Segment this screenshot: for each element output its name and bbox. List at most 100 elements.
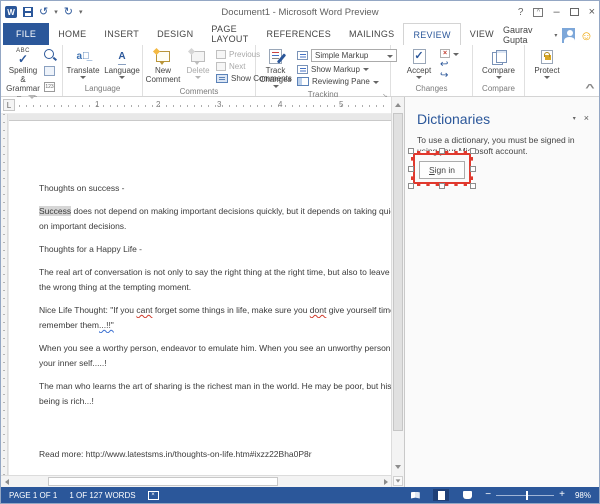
language-icon: A (118, 48, 125, 65)
tab-insert[interactable]: INSERT (95, 23, 148, 45)
vertical-scrollbar[interactable] (391, 97, 404, 487)
scroll-up-icon[interactable] (392, 99, 404, 111)
undo-dropdown-icon[interactable]: ▾ (54, 8, 58, 16)
delete-comment-button[interactable]: Delete (184, 47, 212, 86)
save-icon[interactable] (23, 7, 33, 17)
scroll-right-icon[interactable] (380, 476, 391, 487)
pane-options-icon[interactable]: ▾ (573, 115, 576, 122)
horizontal-scroll-thumb[interactable] (48, 477, 278, 486)
zoom-out-icon[interactable]: − (485, 490, 491, 500)
sign-in-button[interactable]: Sign in (419, 161, 465, 179)
tab-page-layout[interactable]: PAGE LAYOUT (202, 23, 257, 45)
group-language: aあ̲ Translate A Language Language (63, 45, 143, 96)
group-label-language: Language (63, 83, 142, 96)
language-dropdown-icon (119, 76, 125, 79)
reviewing-pane-button[interactable]: Reviewing Pane (297, 76, 397, 87)
minimize-icon[interactable]: – (553, 7, 559, 18)
delete-comment-icon (191, 51, 205, 62)
read-mode-icon[interactable] (407, 489, 423, 501)
word-count-icon[interactable]: 123 (44, 82, 55, 92)
ruler-number: 1 (95, 100, 99, 109)
display-for-review-control[interactable]: Simple Markup (297, 49, 397, 62)
compare-button[interactable]: Compare (478, 47, 520, 83)
reject-button[interactable]: × (440, 49, 459, 58)
vertical-scroll-thumb[interactable] (393, 113, 403, 431)
paragraph: Nice Life Thought: "If you cant forget s… (39, 303, 391, 333)
document-content[interactable]: Thoughts on success -Success does not de… (39, 181, 391, 462)
zoom-in-icon[interactable]: + (559, 490, 565, 500)
web-layout-icon[interactable] (459, 489, 475, 501)
horizontal-ruler[interactable]: L 12345 (1, 97, 391, 114)
ribbon-display-options-icon[interactable]: ^ (533, 8, 543, 17)
group-tracking: Track Changes Simple Markup Show Markup (256, 45, 391, 96)
word-count-indicator[interactable]: 1 OF 127 WORDS (69, 491, 135, 500)
help-icon[interactable]: ? (518, 7, 524, 18)
collapse-ribbon-button[interactable]: ^ (587, 45, 599, 96)
print-layout-icon[interactable] (433, 489, 449, 501)
user-name: Gaurav Gupta (503, 25, 549, 45)
redo-icon[interactable]: ↻ (64, 7, 73, 18)
display-for-review-select[interactable]: Simple Markup (311, 49, 397, 62)
next-change-button[interactable]: ↪ (440, 71, 459, 81)
previous-comment-icon (216, 50, 226, 59)
tab-home[interactable]: HOME (49, 23, 95, 45)
zoom-slider[interactable] (496, 495, 554, 496)
tab-stop-selector[interactable]: L (3, 99, 15, 111)
protect-dropdown-icon (544, 76, 550, 79)
close-icon[interactable]: × (589, 7, 595, 18)
window-title: Document1 - Microsoft Word Preview (1, 7, 599, 18)
browse-object-icon[interactable] (393, 476, 403, 486)
horizontal-scrollbar[interactable] (1, 475, 391, 487)
accept-icon: ✓ (413, 49, 426, 64)
next-comment-icon (216, 62, 226, 71)
protect-icon (541, 50, 553, 64)
scroll-down-icon[interactable] (392, 461, 404, 473)
accept-button[interactable]: ✓ Accept (403, 47, 435, 83)
tab-design[interactable]: DESIGN (148, 23, 202, 45)
tab-references[interactable]: REFERENCES (258, 23, 341, 45)
user-dropdown-icon[interactable]: ▾ (554, 32, 557, 39)
paragraph: Thoughts on success - (39, 181, 391, 196)
delete-dropdown-icon (195, 76, 201, 79)
define-icon[interactable] (44, 49, 54, 59)
thesaurus-icon[interactable] (44, 66, 55, 76)
translate-button[interactable]: aあ̲ Translate (65, 47, 102, 83)
show-markup-button[interactable]: Show Markup (297, 64, 397, 75)
proofing-errors-icon[interactable]: × (148, 491, 159, 500)
previous-change-button[interactable]: ↩ (440, 60, 459, 70)
send-a-smile-icon[interactable]: ☺ (580, 29, 593, 42)
ribbon-tab-row: FILEHOMEINSERTDESIGNPAGE LAYOUTREFERENCE… (1, 23, 599, 45)
reject-icon: × (440, 49, 450, 58)
display-for-review-icon (297, 51, 308, 60)
language-button[interactable]: A Language (104, 47, 141, 83)
pane-title: Dictionaries (417, 111, 490, 127)
word-app-icon[interactable]: W (5, 6, 17, 18)
translate-icon: aあ̲ (76, 48, 89, 65)
show-markup-icon (297, 65, 308, 74)
new-comment-button[interactable]: New Comment (145, 47, 181, 86)
tab-view[interactable]: VIEW (461, 23, 503, 45)
tab-file[interactable]: FILE (3, 23, 49, 45)
document-page[interactable]: Thoughts on success -Success does not de… (9, 120, 391, 475)
tab-review[interactable]: REVIEW (403, 23, 460, 45)
ruler-ticks (19, 105, 387, 107)
track-changes-button[interactable]: Track Changes (258, 47, 293, 89)
scroll-left-icon[interactable] (1, 476, 12, 487)
user-account[interactable]: Gaurav Gupta ▾ ☺ (503, 25, 597, 45)
accept-dropdown-icon (416, 76, 422, 79)
zoom-percentage[interactable]: 98% (575, 491, 591, 500)
new-comment-icon (156, 51, 170, 62)
page-indicator[interactable]: PAGE 1 OF 1 (9, 491, 57, 500)
pane-close-icon[interactable]: × (584, 114, 589, 123)
title-bar: W ↺ ▾ ↻ ▾ Document1 - Microsoft Word Pre… (1, 1, 599, 23)
tab-mailings[interactable]: MAILINGS (340, 23, 403, 45)
undo-icon[interactable]: ↺ (39, 7, 48, 18)
maximize-icon[interactable] (570, 8, 579, 16)
zoom-slider-thumb[interactable] (526, 491, 528, 500)
spelling-grammar-button[interactable]: ABC ✓ Spelling & Grammar (3, 47, 43, 94)
customize-qat-icon[interactable]: ▾ (79, 8, 83, 16)
protect-button[interactable]: Protect (528, 47, 566, 83)
avatar[interactable] (562, 28, 574, 43)
group-proofing: ABC ✓ Spelling & Grammar 123 Proofing (1, 45, 63, 96)
track-changes-dropdown-icon (273, 85, 279, 88)
